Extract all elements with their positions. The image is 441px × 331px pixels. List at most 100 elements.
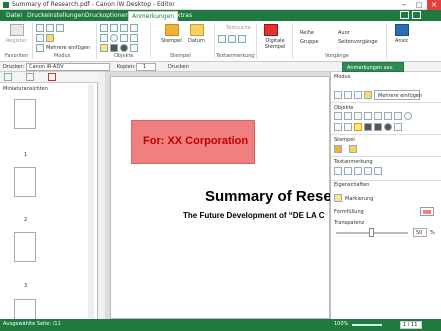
- datum-button[interactable]: Datum: [188, 38, 205, 44]
- datum-icon[interactable]: [190, 24, 204, 36]
- text-object-icon[interactable]: [100, 24, 108, 32]
- drucken-button[interactable]: Drucken: [168, 64, 189, 70]
- panel-polygon-icon[interactable]: [334, 123, 342, 131]
- textsuche-button[interactable]: Textsuche: [226, 25, 251, 31]
- image-object-icon[interactable]: [130, 44, 138, 52]
- panel-text-replace-icon[interactable]: [364, 167, 372, 175]
- panel-zoom-icon[interactable]: [354, 91, 362, 99]
- page-scrollbar[interactable]: [98, 72, 105, 319]
- panel-ellipse-icon[interactable]: [404, 112, 412, 120]
- ellipse-object-icon[interactable]: [110, 34, 118, 42]
- thumbnail-scrollbar[interactable]: [88, 84, 94, 319]
- panel-polyline-icon[interactable]: [384, 112, 392, 120]
- tab-datei[interactable]: Datei: [3, 11, 25, 21]
- panel-callout-icon[interactable]: [354, 112, 362, 120]
- panel-text-insert-icon[interactable]: [374, 167, 382, 175]
- panel-rectangle-icon[interactable]: [394, 112, 402, 120]
- page-number-box[interactable]: 1 / 11: [400, 321, 422, 329]
- callout-object-icon[interactable]: [120, 24, 128, 32]
- text-highlight-icon[interactable]: [218, 35, 226, 43]
- panel-line-icon[interactable]: [364, 112, 372, 120]
- tab-druckoptionen[interactable]: Druckoptionen: [82, 11, 132, 21]
- zoom-icon[interactable]: [36, 34, 44, 42]
- comments-tab-icon[interactable]: [26, 73, 34, 81]
- arrow-object-icon[interactable]: [130, 34, 138, 42]
- thumbnails-tab-icon[interactable]: [4, 73, 12, 81]
- rectangle-object-icon[interactable]: [100, 34, 108, 42]
- seitenvorgaenge-button[interactable]: Seitenvorgänge: [338, 39, 378, 45]
- help-icon[interactable]: [400, 11, 409, 19]
- mehrere-einfuegen-button[interactable]: Mehrere einfügen: [46, 45, 90, 51]
- thumbnail-page-3[interactable]: [14, 232, 36, 262]
- thumbnail-page-1[interactable]: [14, 99, 36, 129]
- stempel-icon[interactable]: [165, 24, 179, 36]
- panel-text-strikeout-icon[interactable]: [354, 167, 362, 175]
- digitale-stempel-icon[interactable]: [264, 24, 278, 36]
- auor-button[interactable]: Auor: [338, 30, 350, 36]
- panel-hand-icon[interactable]: [334, 91, 342, 99]
- panel-filled-square-icon[interactable]: [374, 123, 382, 131]
- reihe-button[interactable]: Reihe: [300, 30, 314, 36]
- textbox-object-icon[interactable]: [110, 24, 118, 32]
- fill-color-picker[interactable]: [420, 207, 434, 216]
- markierung-icon: [334, 194, 342, 202]
- line-object-icon[interactable]: [130, 24, 138, 32]
- panel-lock-icon[interactable]: [364, 91, 372, 99]
- text-strikeout-icon[interactable]: [238, 35, 246, 43]
- register-icon[interactable]: [10, 24, 24, 36]
- panel-datum-icon[interactable]: [349, 145, 357, 153]
- panel-image-icon[interactable]: [394, 123, 402, 131]
- thumbnail-panel-title: Miniaturansichten: [3, 86, 48, 92]
- digitale-stempel-button[interactable]: Digitale Stempel: [260, 38, 290, 50]
- lock-icon[interactable]: [46, 34, 54, 42]
- highlighter-icon[interactable]: [100, 44, 108, 52]
- thumbnail-panel: Miniaturansichten 1 2 3: [0, 72, 98, 329]
- panel-textbox-icon[interactable]: [344, 112, 352, 120]
- transparenz-input[interactable]: 50: [413, 228, 427, 237]
- tab-extras[interactable]: Extras: [170, 11, 195, 21]
- select-object-icon[interactable]: [56, 24, 64, 32]
- panel-filled-rect-icon[interactable]: [364, 123, 372, 131]
- stamp-annotation[interactable]: For: XX Corporation: [131, 120, 255, 164]
- panel-select-icon[interactable]: [344, 91, 352, 99]
- minimize-button[interactable]: −: [397, 0, 411, 10]
- thumbnail-page-2[interactable]: [14, 167, 36, 197]
- left-panel-tabs: [0, 72, 98, 83]
- filled-rectangle-icon[interactable]: [110, 44, 118, 52]
- zoom-level[interactable]: 100%: [334, 321, 348, 327]
- mehrere-icon[interactable]: [36, 44, 44, 52]
- stempel-heading: Stempel: [334, 137, 355, 143]
- ansicht-icon[interactable]: [395, 24, 409, 36]
- panel-arrow-icon[interactable]: [374, 112, 382, 120]
- group-favoriten: Favoriten: [5, 53, 29, 59]
- panel-text-highlight-icon[interactable]: [334, 167, 342, 175]
- select-text-icon[interactable]: [46, 24, 54, 32]
- tab-druckeinstellungen[interactable]: Druckeinstellungen: [24, 11, 88, 21]
- stempel-button[interactable]: Stempel: [161, 38, 182, 44]
- ribbon-collapse-icon[interactable]: [412, 11, 421, 19]
- panel-stempel-icon[interactable]: [334, 145, 342, 153]
- panel-highlighter-icon[interactable]: [354, 123, 362, 131]
- panel-mehrere-button[interactable]: Mehrere einfügen: [374, 90, 422, 100]
- panel-pen-icon[interactable]: [344, 123, 352, 131]
- zoom-slider[interactable]: [352, 324, 382, 326]
- thumbnail-page-number: 2: [24, 217, 28, 223]
- gruppe-button[interactable]: Gruppe: [300, 39, 319, 45]
- bookmark-tab-icon[interactable]: [48, 73, 56, 81]
- kopien-stepper[interactable]: 1: [136, 63, 156, 71]
- panel-text-underline-icon[interactable]: [344, 167, 352, 175]
- hand-tool-icon[interactable]: [36, 24, 44, 32]
- anmerkungen-ass-button[interactable]: Anmerkungen ass.: [342, 62, 404, 72]
- printer-select[interactable]: Canon iR-ADV: [26, 63, 110, 71]
- filled-ellipse-icon[interactable]: [120, 44, 128, 52]
- text-underline-icon[interactable]: [228, 35, 236, 43]
- maximize-button[interactable]: □: [412, 0, 426, 10]
- close-button[interactable]: ✕: [427, 0, 441, 10]
- ansicht-button[interactable]: Ansic: [395, 38, 408, 44]
- polygon-object-icon[interactable]: [120, 34, 128, 42]
- markierung-label: Markierung: [345, 196, 374, 202]
- panel-filled-ellipse-icon[interactable]: [384, 123, 392, 131]
- panel-text-icon[interactable]: [334, 112, 342, 120]
- transparenz-slider-handle[interactable]: [369, 228, 374, 237]
- app-icon: [3, 2, 9, 8]
